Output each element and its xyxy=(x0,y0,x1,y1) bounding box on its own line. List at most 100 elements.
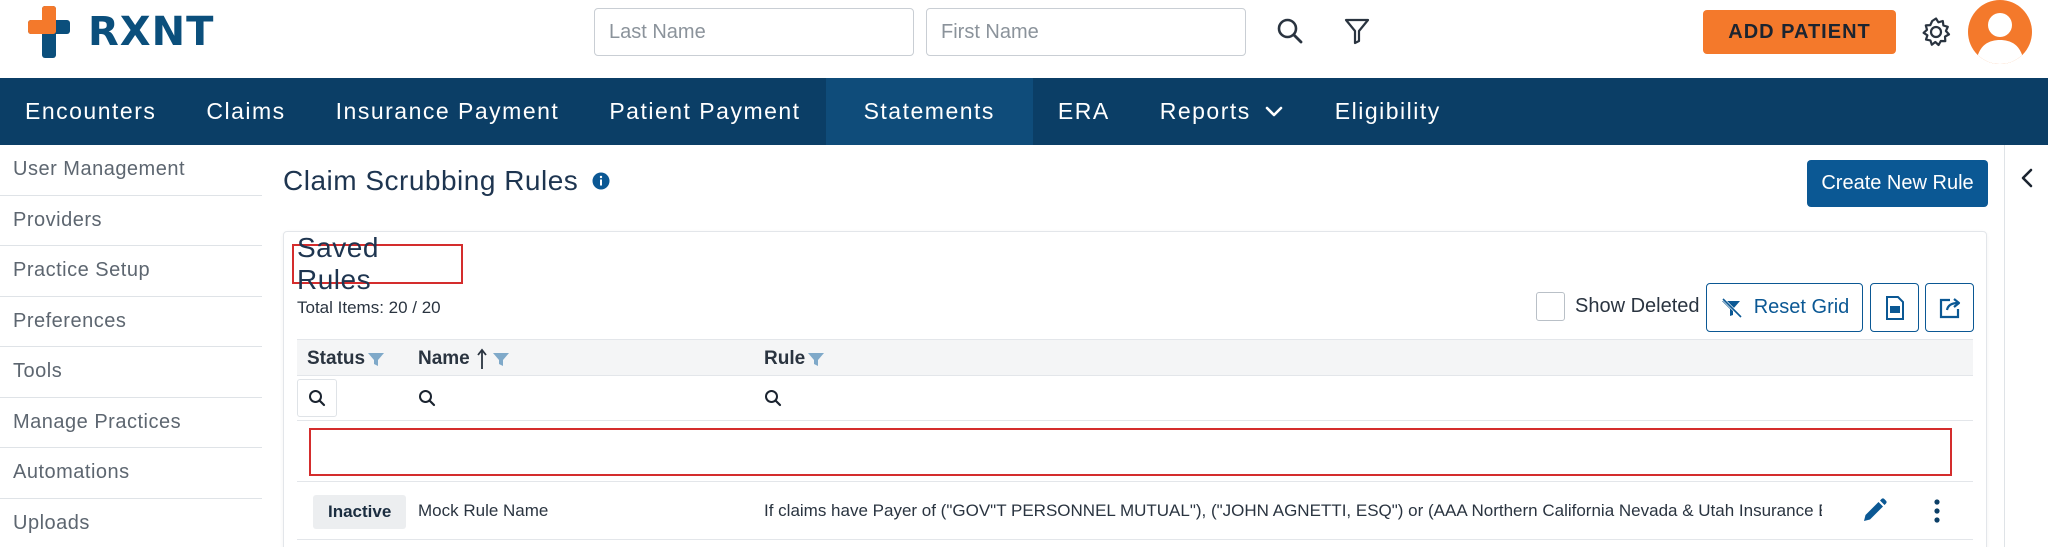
rule-description-cell: If claims have Payer of ("GOV"T PERSONNE… xyxy=(764,501,1822,520)
sidebar-item-label: Providers xyxy=(13,208,102,231)
column-filter-icon[interactable] xyxy=(367,351,385,367)
kebab-menu-icon xyxy=(1934,499,1940,523)
kebab-menu-icon xyxy=(1934,441,1940,465)
chevron-left-icon xyxy=(2021,168,2033,188)
grid-filter-row xyxy=(297,376,1973,421)
export-pdf-button[interactable] xyxy=(1870,283,1919,332)
edit-rule-button[interactable] xyxy=(1858,482,1890,540)
reset-filter-icon xyxy=(1721,297,1742,318)
pencil-icon xyxy=(1864,498,1887,521)
status-badge: Active xyxy=(313,437,395,471)
sidebar-item-uploads[interactable]: Uploads xyxy=(0,499,262,547)
rxnt-cross-icon xyxy=(28,6,70,58)
show-deleted-toggle[interactable]: Show Deleted xyxy=(1536,292,1700,321)
chevron-down-icon xyxy=(1265,106,1283,116)
nav-insurance-payment[interactable]: Insurance Payment xyxy=(311,78,585,145)
page-title-text: Claim Scrubbing Rules xyxy=(283,165,579,196)
edit-rule-button[interactable] xyxy=(1858,424,1890,482)
table-row[interactable]: Active Missing Diagnosis Code If claims … xyxy=(297,424,1973,482)
nav-label: Eligibility xyxy=(1334,98,1441,124)
first-name-search-input[interactable] xyxy=(926,8,1246,56)
filter-button[interactable] xyxy=(1340,12,1374,50)
collapse-panel-button[interactable] xyxy=(2017,165,2037,191)
show-deleted-checkbox[interactable] xyxy=(1536,292,1565,321)
search-icon xyxy=(765,390,782,407)
reset-grid-button[interactable]: Reset Grid xyxy=(1706,283,1863,332)
sidebar-item-preferences[interactable]: Preferences xyxy=(0,297,262,347)
column-header-status[interactable]: Status xyxy=(307,340,385,377)
create-new-rule-button[interactable]: Create New Rule xyxy=(1807,160,1988,207)
sidebar-item-label: Tools xyxy=(13,360,63,383)
nav-era[interactable]: ERA xyxy=(1033,78,1135,145)
sidebar-item-label: Manage Practices xyxy=(13,410,182,433)
add-patient-button[interactable]: ADD PATIENT xyxy=(1703,10,1896,54)
logo-text: RXNT xyxy=(88,9,215,55)
reset-grid-label: Reset Grid xyxy=(1753,296,1850,318)
sidebar-item-manage-practices[interactable]: Manage Practices xyxy=(0,398,262,448)
filter-icon xyxy=(1344,18,1370,45)
user-icon xyxy=(1976,13,2024,64)
sidebar-item-label: Practice Setup xyxy=(13,259,151,282)
top-header: RXNT ADD PATIENT xyxy=(0,0,2048,78)
search-icon xyxy=(419,390,436,407)
nav-label: Reports xyxy=(1159,98,1251,124)
show-deleted-label: Show Deleted xyxy=(1575,295,1700,317)
settings-button[interactable] xyxy=(1918,12,1954,52)
column-filter-icon[interactable] xyxy=(807,351,825,367)
user-avatar[interactable] xyxy=(1968,0,2032,64)
search-button[interactable] xyxy=(1272,12,1308,50)
column-header-rule[interactable]: Rule xyxy=(764,340,825,377)
more-options-button[interactable] xyxy=(1927,424,1947,482)
grid-header: Status Name Rule xyxy=(297,339,1973,376)
rxnt-logo[interactable]: RXNT xyxy=(28,6,214,58)
info-glyph xyxy=(592,172,610,190)
status-filter-input[interactable] xyxy=(297,379,337,417)
gear-icon xyxy=(1922,17,1951,47)
pdf-icon xyxy=(1885,295,1904,320)
rule-name-cell: Missing Diagnosis Code xyxy=(418,443,601,462)
search-icon xyxy=(1277,18,1303,44)
nav-patient-payment[interactable]: Patient Payment xyxy=(584,78,825,145)
rule-name-cell: Mock Rule Name xyxy=(418,501,549,520)
page-title: Claim Scrubbing Rules xyxy=(283,165,610,197)
export-button[interactable] xyxy=(1925,283,1974,332)
right-collapse-panel xyxy=(2004,145,2048,547)
pencil-icon xyxy=(1864,440,1887,463)
sidebar-item-label: Automations xyxy=(13,461,130,484)
sidebar-item-providers[interactable]: Providers xyxy=(0,196,262,246)
sidebar-item-label: Preferences xyxy=(13,309,127,332)
nav-label: Claims xyxy=(206,98,286,124)
info-icon[interactable] xyxy=(592,172,610,190)
column-label: Rule xyxy=(764,347,806,369)
sort-ascending-icon xyxy=(477,348,487,369)
main-nav: Encounters Claims Insurance Payment Pati… xyxy=(0,78,2048,145)
column-filter-icon[interactable] xyxy=(492,351,510,367)
nav-eligibility[interactable]: Eligibility xyxy=(1310,78,1466,145)
saved-rules-title: Saved Rules xyxy=(292,232,463,295)
rule-description-cell: If claims have Payer of (Aetna) or (AETN… xyxy=(764,443,1822,462)
nav-label: Insurance Payment xyxy=(335,98,560,124)
table-row[interactable]: Inactive Mock Rule Name If claims have P… xyxy=(297,482,1973,540)
nav-statements[interactable]: Statements xyxy=(825,78,1033,145)
nav-label: Encounters xyxy=(25,98,157,124)
nav-claims[interactable]: Claims xyxy=(181,78,310,145)
column-header-name[interactable]: Name xyxy=(418,340,510,377)
rule-filter-input[interactable] xyxy=(764,379,1954,417)
sidebar-item-automations[interactable]: Automations xyxy=(0,448,262,499)
sidebar: User Management Providers Practice Setup… xyxy=(0,145,262,547)
export-icon xyxy=(1939,297,1960,318)
nav-reports[interactable]: Reports xyxy=(1135,78,1310,145)
sidebar-item-user-management[interactable]: User Management xyxy=(0,145,262,196)
nav-encounters[interactable]: Encounters xyxy=(0,78,181,145)
sidebar-item-practice-setup[interactable]: Practice Setup xyxy=(0,246,262,297)
sidebar-item-label: Uploads xyxy=(13,511,90,534)
total-items-count: Total Items: 20 / 20 xyxy=(297,298,441,317)
sidebar-item-tools[interactable]: Tools xyxy=(0,347,262,398)
last-name-search-input[interactable] xyxy=(594,8,914,56)
nav-label: Statements xyxy=(863,98,995,124)
nav-label: Patient Payment xyxy=(609,98,801,124)
column-label: Status xyxy=(307,347,366,369)
status-badge: Inactive xyxy=(313,495,407,529)
name-filter-input[interactable] xyxy=(418,379,748,417)
more-options-button[interactable] xyxy=(1927,482,1947,540)
